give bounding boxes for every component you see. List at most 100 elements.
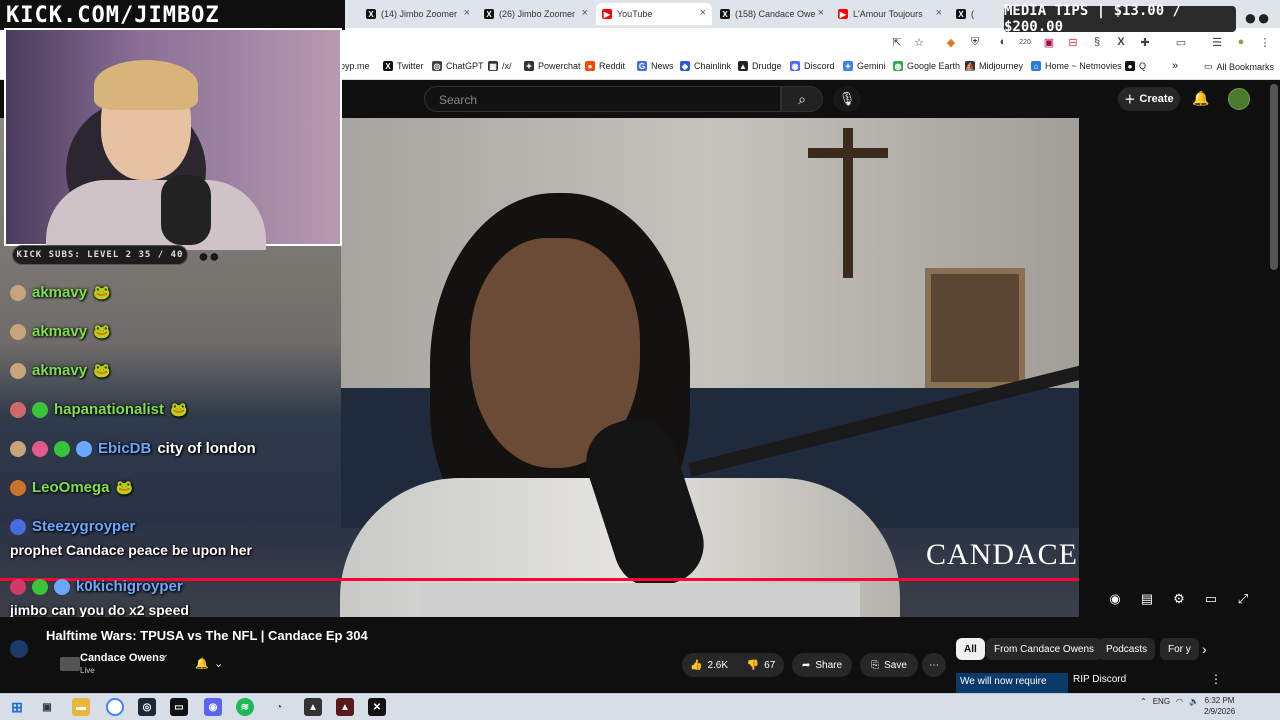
extension-icon[interactable]: §: [1090, 35, 1104, 49]
file-explorer-icon[interactable]: ▬: [72, 698, 90, 716]
task-view-icon[interactable]: ▣: [38, 698, 56, 716]
browser-tab[interactable]: X (26) Jimbo Zoomer ×: [478, 3, 594, 25]
app-icon[interactable]: ◔: [270, 698, 288, 716]
discord-icon[interactable]: ◉: [204, 698, 222, 716]
filter-chip[interactable]: Podcasts: [1098, 638, 1156, 660]
miniplayer-icon[interactable]: ▭: [1200, 588, 1222, 610]
sidebar-icon[interactable]: ▭: [1174, 35, 1188, 49]
recommendation-menu-icon[interactable]: ⋮: [1210, 672, 1222, 686]
x-icon[interactable]: X: [1114, 35, 1128, 49]
voice-search-button[interactable]: 🎙: [833, 86, 861, 112]
chat-username[interactable]: akmavy: [32, 362, 87, 379]
wifi-icon[interactable]: ◠: [1176, 697, 1183, 706]
lang-indicator[interactable]: ENG: [1153, 697, 1170, 706]
like-button[interactable]: 👍 2.6K: [686, 653, 732, 677]
steam-icon[interactable]: ◎: [138, 698, 156, 716]
channel-avatar[interactable]: [10, 640, 28, 658]
bookmark-item[interactable]: ⛵ Midjourney: [965, 61, 1023, 71]
chat-badge-icon: [10, 440, 26, 457]
bookmark-item[interactable]: ✦ Gemini: [843, 61, 886, 71]
bookmark-item[interactable]: ◎ ChatGPT: [432, 61, 484, 71]
chevron-right-icon[interactable]: ›: [1202, 641, 1207, 657]
chat-username[interactable]: hapanationalist: [54, 401, 164, 418]
save-button[interactable]: ⎘ Save: [860, 653, 918, 677]
bookmark-item[interactable]: ◍ Google Earth: [893, 61, 960, 71]
recommendation-title[interactable]: RIP Discord: [1073, 674, 1126, 685]
menu-kebab-icon[interactable]: ⋮: [1258, 35, 1272, 49]
create-button[interactable]: ＋ Create: [1118, 87, 1180, 111]
volume-icon[interactable]: 🔈: [1189, 697, 1199, 706]
extension-icon[interactable]: ⊟: [1066, 35, 1080, 49]
filter-chip[interactable]: All: [956, 638, 985, 660]
autoplay-toggle-icon[interactable]: ◉: [1104, 588, 1126, 610]
bell-icon[interactable]: 🔔: [195, 657, 209, 670]
avatar[interactable]: [1228, 88, 1250, 110]
chat-badge-icon: [10, 479, 26, 496]
bookmark-item[interactable]: G News: [637, 61, 674, 71]
page-scrollbar[interactable]: [1270, 84, 1278, 270]
filter-chip[interactable]: From Candace Owens: [986, 638, 1103, 660]
search-input[interactable]: Search: [424, 86, 781, 112]
bookmark-item[interactable]: ◆ Chainlink: [680, 61, 731, 71]
notifications-bell-icon[interactable]: 🔔: [1192, 88, 1210, 108]
bookmark-item[interactable]: ◉ Discord: [790, 61, 835, 71]
bookmark-item[interactable]: ● Q: [1125, 61, 1146, 71]
chat-username[interactable]: k0kichigroyper: [76, 578, 183, 595]
install-app-icon[interactable]: ⇱: [890, 35, 904, 49]
video-watermark: CANDACE: [926, 538, 1079, 571]
app-icon[interactable]: ▲: [336, 698, 354, 716]
terminal-icon[interactable]: ▭: [170, 698, 188, 716]
tray-chevron-icon[interactable]: ⌃: [1140, 697, 1147, 706]
close-tab-icon[interactable]: ×: [936, 7, 942, 19]
profile-icon[interactable]: ●: [1234, 35, 1248, 49]
reading-list-icon[interactable]: ☰: [1210, 35, 1224, 49]
bookmark-item[interactable]: ▲ Drudge: [738, 61, 782, 71]
channel-name[interactable]: Candace Owens: [80, 652, 165, 664]
fullscreen-icon[interactable]: ⤢: [1232, 588, 1254, 610]
captions-icon[interactable]: ▤: [1136, 588, 1158, 610]
browser-tab[interactable]: ▶ YouTube ×: [596, 3, 712, 25]
extension-icon[interactable]: ▣: [1042, 35, 1056, 49]
close-tab-icon[interactable]: ×: [582, 7, 588, 19]
bookmark-star-icon[interactable]: ☆: [912, 35, 926, 49]
bookmark-item[interactable]: oyp.me: [340, 61, 370, 71]
chat-username[interactable]: LeoOmega: [32, 479, 110, 496]
extension-icon[interactable]: ◐: [996, 35, 1010, 49]
close-tab-icon[interactable]: ×: [464, 7, 470, 19]
chrome-icon[interactable]: [106, 698, 124, 716]
settings-gear-icon[interactable]: ⚙: [1168, 588, 1190, 610]
shield-icon[interactable]: ⛨: [968, 35, 982, 49]
app-icon[interactable]: ✕: [368, 698, 386, 716]
system-clock[interactable]: 6:32 PM 2/9/2026: [1204, 695, 1235, 717]
chat-username[interactable]: akmavy: [32, 284, 87, 301]
windows-start-icon[interactable]: ⊞: [8, 698, 26, 716]
browser-tab[interactable]: X (14) Jimbo Zoomer ×: [360, 3, 476, 25]
chevron-down-icon[interactable]: ⌄: [214, 657, 223, 670]
metamask-icon[interactable]: ◆: [944, 35, 958, 49]
browser-tab[interactable]: X (158) Candace Owe ×: [714, 3, 830, 25]
spotify-icon[interactable]: ≋: [236, 698, 254, 716]
bookmark-item[interactable]: ✦ Powerchat: [524, 61, 581, 71]
share-button[interactable]: ➦ Share: [792, 653, 852, 677]
search-button[interactable]: ⌕: [781, 86, 823, 112]
app-icon[interactable]: ▲: [304, 698, 322, 716]
bookmark-item[interactable]: ● Reddit: [585, 61, 625, 71]
browser-tab[interactable]: ▶ L'Amour Toujours ×: [832, 3, 948, 25]
chat-username[interactable]: akmavy: [32, 323, 87, 340]
puzzle-icon[interactable]: ✚: [1138, 35, 1152, 49]
more-actions-button[interactable]: ⋯: [922, 653, 946, 677]
all-bookmarks[interactable]: ▭ All Bookmarks: [1204, 61, 1274, 72]
filter-chip[interactable]: For y: [1160, 638, 1199, 660]
browser-tab[interactable]: X(: [950, 3, 980, 25]
badge-220-icon[interactable]: 220: [1018, 35, 1032, 49]
bookmark-item[interactable]: X Twitter: [383, 61, 424, 71]
bookmark-item[interactable]: ▦ /x/: [488, 61, 512, 71]
recommendation-thumbnail[interactable]: We will now require: [956, 673, 1068, 693]
bookmark-item[interactable]: ⌂ Home ~ Netmovies: [1031, 61, 1122, 71]
dislike-button[interactable]: 👎 67: [742, 653, 780, 677]
close-tab-icon[interactable]: ×: [700, 7, 706, 19]
chat-username[interactable]: EbicDB: [98, 440, 151, 457]
close-tab-icon[interactable]: ×: [818, 7, 824, 19]
bookmarks-overflow-icon[interactable]: »: [1172, 60, 1178, 72]
chat-username[interactable]: Steezygroyper: [32, 518, 135, 535]
